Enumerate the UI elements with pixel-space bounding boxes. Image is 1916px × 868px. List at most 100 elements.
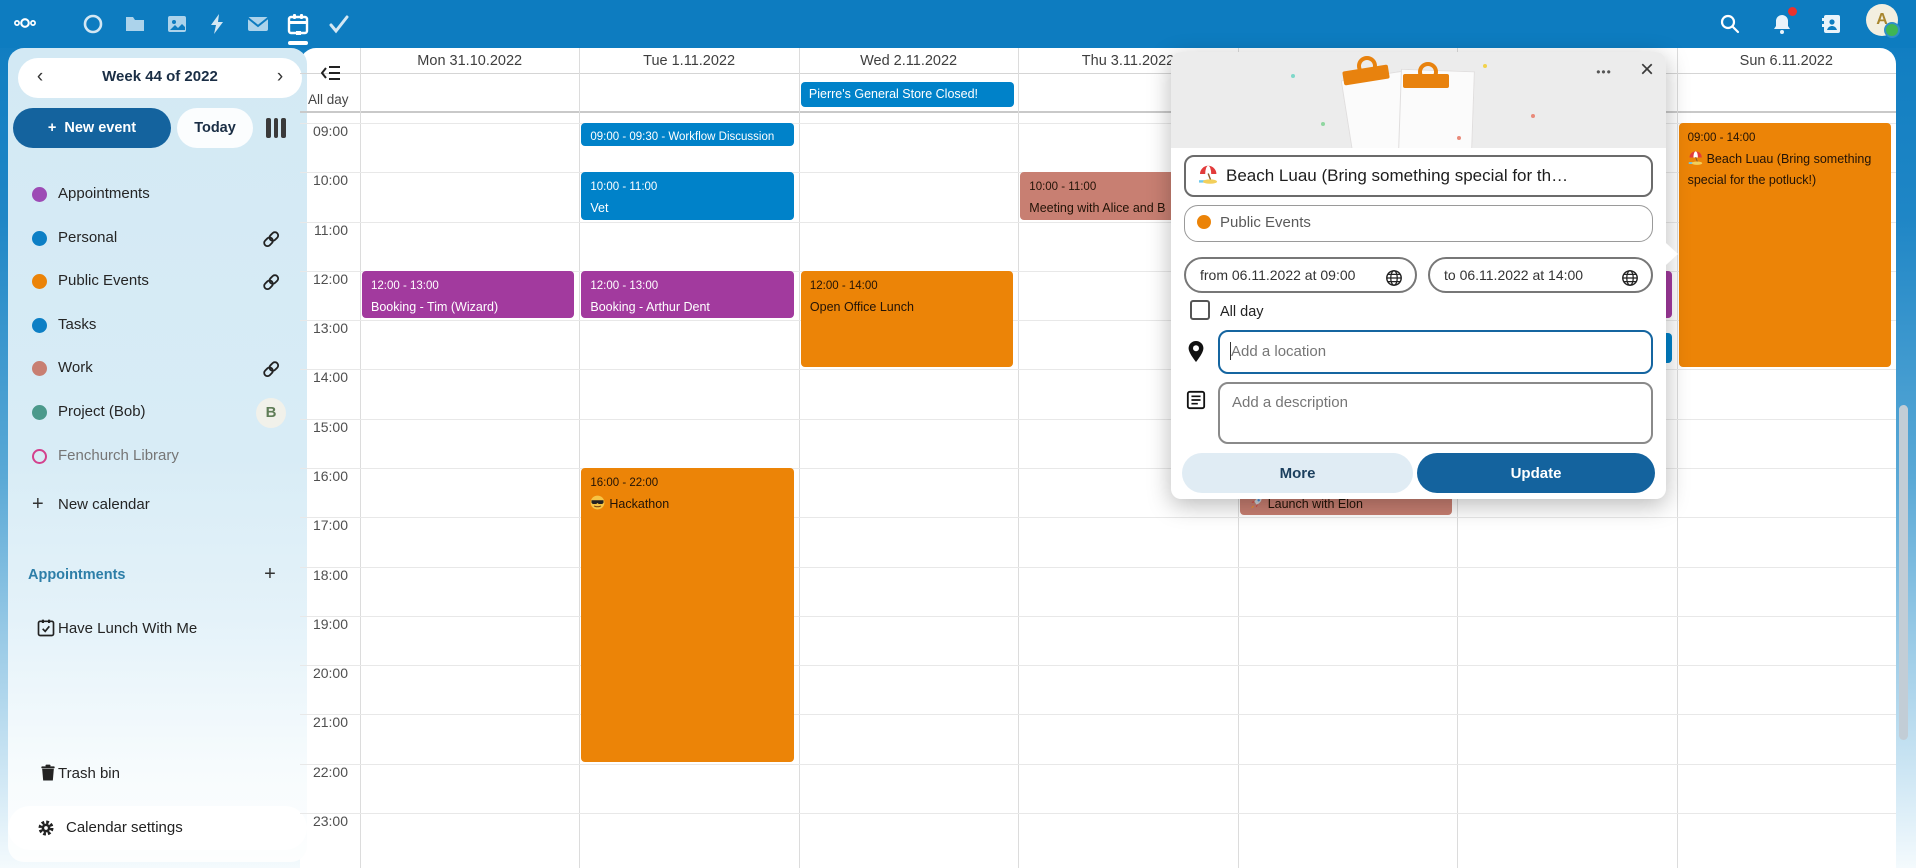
time-label: 22:00 xyxy=(300,765,348,779)
popup-illustration: ••• × xyxy=(1171,52,1666,148)
day-header: Wed 2.11.2022 xyxy=(799,53,1018,73)
grid-column-line xyxy=(799,48,800,868)
calendar-color-dot xyxy=(32,361,47,376)
week-navigation: ‹ Week 44 of 2022 › xyxy=(18,58,302,98)
week-columns-icon[interactable] xyxy=(266,118,288,138)
hour-gridline xyxy=(300,616,1896,617)
day-header: Mon 31.10.2022 xyxy=(360,53,579,73)
sidebar-item-project-bob-[interactable]: Project (Bob) B xyxy=(10,394,298,432)
today-button[interactable]: Today xyxy=(177,108,253,148)
sidebar-item-work[interactable]: Work xyxy=(10,350,298,388)
grid-column-line xyxy=(1018,48,1019,868)
event-beach-luau[interactable]: 09:00 - 14:00Beach Luau (Bring something… xyxy=(1679,123,1891,367)
calendar-select[interactable]: Public Events xyxy=(1184,205,1653,242)
sidebar-item-public-events[interactable]: Public Events xyxy=(10,263,298,301)
sidebar-item-have-lunch-with-me[interactable]: Have Lunch With Me xyxy=(10,611,298,649)
allday-row-label: All day xyxy=(308,92,349,107)
time-label: 20:00 xyxy=(300,666,348,680)
end-datetime-button[interactable]: to 06.11.2022 at 14:00 xyxy=(1428,257,1653,293)
trash-bin-button[interactable]: Trash bin xyxy=(10,756,298,794)
appointment-calendar-check-icon xyxy=(36,618,56,638)
calendar-name: Project (Bob) xyxy=(58,403,146,420)
event-booking-arthur-dent[interactable]: 12:00 - 13:00Booking - Arthur Dent xyxy=(581,271,793,318)
dashboard-icon[interactable] xyxy=(81,12,105,36)
gear-icon xyxy=(36,818,56,838)
location-pin-icon xyxy=(1186,340,1206,364)
hour-gridline xyxy=(300,714,1896,715)
event-title-input[interactable]: Beach Luau (Bring something special for … xyxy=(1184,155,1653,197)
share-link-icon[interactable] xyxy=(260,228,282,250)
description-icon xyxy=(1186,390,1206,414)
time-label: 21:00 xyxy=(300,715,348,729)
hour-gridline xyxy=(300,567,1896,568)
grid-column-line xyxy=(360,48,361,868)
calendar-color-dot xyxy=(32,274,47,289)
day-header: Tue 1.11.2022 xyxy=(579,53,798,73)
close-icon[interactable]: × xyxy=(1633,56,1661,84)
time-label: 18:00 xyxy=(300,568,348,582)
collapse-allday-icon[interactable] xyxy=(321,65,341,81)
new-event-button[interactable]: + New event xyxy=(13,108,171,148)
event-vet[interactable]: 10:00 - 11:00Vet xyxy=(581,172,793,219)
tasks-icon[interactable] xyxy=(327,12,351,36)
calendar-color-dot xyxy=(32,318,47,333)
event-editor-popup: ••• × Beach Luau (Bring something specia… xyxy=(1171,52,1666,499)
grid-column-line xyxy=(579,48,580,868)
files-icon[interactable] xyxy=(123,12,147,36)
calendar-settings-button[interactable]: Calendar settings xyxy=(8,806,307,850)
time-label: 11:00 xyxy=(300,223,348,237)
description-input[interactable]: Add a description xyxy=(1218,382,1653,444)
calendar-icon[interactable] xyxy=(286,12,310,36)
mail-icon[interactable] xyxy=(246,12,270,36)
popup-arrow xyxy=(1666,243,1678,265)
cool-face-emoji-icon xyxy=(590,495,605,510)
calendar-name: Tasks xyxy=(58,316,96,333)
sidebar-item-personal[interactable]: Personal xyxy=(10,220,298,258)
vertical-scrollbar[interactable] xyxy=(1899,405,1908,740)
share-link-icon[interactable] xyxy=(260,358,282,380)
allday-checkbox[interactable] xyxy=(1190,300,1210,320)
update-button[interactable]: Update xyxy=(1417,453,1655,493)
calendar-color-dot xyxy=(32,187,47,202)
event-workflow-discussion[interactable]: 09:00 - 09:30 - Workflow Discussion xyxy=(581,123,793,146)
event-hackathon[interactable]: 16:00 - 22:00Hackathon xyxy=(581,468,793,762)
actions-menu-button[interactable]: ••• xyxy=(1589,62,1619,82)
beach-umbrella-emoji-icon xyxy=(1198,160,1218,180)
hour-gridline xyxy=(300,813,1896,814)
new-calendar-button[interactable]: + New calendar xyxy=(10,487,298,525)
avatar[interactable]: A xyxy=(1866,4,1898,36)
more-button[interactable]: More xyxy=(1182,453,1413,493)
photos-icon[interactable] xyxy=(165,12,189,36)
nextcloud-calendar-app: A ‹ Week 44 of 2022 › + New event Today … xyxy=(0,0,1916,868)
time-label: 15:00 xyxy=(300,420,348,434)
nextcloud-logo[interactable] xyxy=(13,11,61,35)
time-label: 09:00 xyxy=(300,124,348,138)
time-label: 13:00 xyxy=(300,321,348,335)
calendar-name: Fenchurch Library xyxy=(58,447,179,464)
start-datetime-button[interactable]: from 06.11.2022 at 09:00 xyxy=(1184,257,1417,293)
event-open-office-lunch[interactable]: 12:00 - 14:00Open Office Lunch xyxy=(801,271,1013,368)
calendar-name: Personal xyxy=(58,229,117,246)
sidebar-item-fenchurch-library[interactable]: Fenchurch Library xyxy=(10,438,298,476)
sidebar-item-appointments[interactable]: Appointments xyxy=(10,176,298,214)
shared-by-badge: B xyxy=(256,398,286,428)
share-link-icon[interactable] xyxy=(260,271,282,293)
calendar-name: Appointments xyxy=(58,185,150,202)
time-label: 14:00 xyxy=(300,370,348,384)
search-icon[interactable] xyxy=(1718,12,1742,36)
location-input[interactable]: Add a location xyxy=(1218,330,1653,374)
appointments-section-title: Appointments xyxy=(28,567,125,583)
add-appointment-button[interactable]: + xyxy=(260,563,280,586)
next-week-button[interactable]: › xyxy=(268,66,292,88)
timezone-globe-icon[interactable] xyxy=(1621,266,1639,284)
allday-event-pierres-general-store-closed[interactable]: Pierre's General Store Closed! xyxy=(801,82,1014,107)
timezone-globe-icon[interactable] xyxy=(1385,266,1403,284)
contacts-icon[interactable] xyxy=(1820,12,1844,36)
sidebar-item-tasks[interactable]: Tasks xyxy=(10,307,298,345)
trash-icon xyxy=(38,763,58,783)
time-label: 23:00 xyxy=(300,814,348,828)
activity-icon[interactable] xyxy=(206,12,230,36)
event-booking-tim-wizard[interactable]: 12:00 - 13:00Booking - Tim (Wizard) xyxy=(362,271,574,318)
top-header-bar: A xyxy=(0,0,1916,48)
beach-umbrella-emoji-icon xyxy=(1688,150,1703,165)
